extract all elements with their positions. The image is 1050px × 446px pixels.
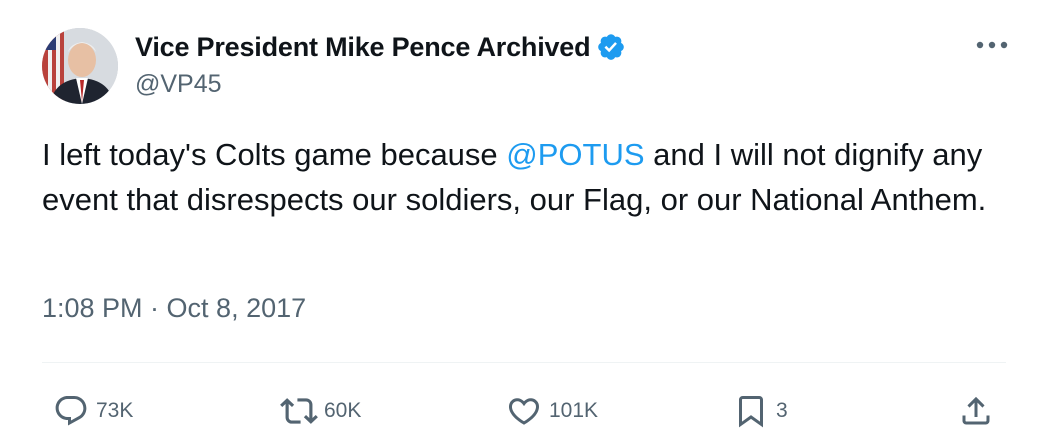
bookmark-count: 3 — [776, 399, 788, 422]
share-icon — [955, 390, 997, 432]
more-options-icon[interactable] — [974, 30, 1010, 60]
mention-link[interactable]: @POTUS — [506, 137, 644, 172]
share-button[interactable] — [955, 390, 997, 432]
tweet-card: Vice President Mike Pence Archived @VP45… — [0, 0, 1050, 446]
heart-icon — [503, 390, 545, 432]
repost-count: 60K — [324, 399, 362, 422]
reply-button[interactable]: 73K — [50, 390, 133, 432]
bookmark-icon — [730, 390, 772, 432]
repost-icon — [278, 390, 320, 432]
timestamp[interactable]: 1:08 PM · Oct 8, 2017 — [42, 293, 306, 324]
like-count: 101K — [549, 399, 599, 422]
avatar[interactable] — [42, 28, 118, 104]
tweet-text-before: I left today's Colts game because — [42, 137, 507, 172]
like-button[interactable]: 101K — [503, 390, 598, 432]
display-name[interactable]: Vice President Mike Pence Archived — [135, 32, 591, 63]
avatar-image — [42, 28, 118, 104]
divider — [42, 362, 1006, 363]
verified-badge-icon[interactable] — [596, 32, 626, 62]
handle[interactable]: @VP45 — [135, 70, 626, 99]
reply-count: 73K — [96, 399, 134, 422]
reply-icon — [50, 390, 92, 432]
tweet-text: I left today's Colts game because @POTUS… — [42, 132, 1017, 222]
author-block: Vice President Mike Pence Archived @VP45 — [135, 30, 626, 99]
name-row: Vice President Mike Pence Archived — [135, 30, 626, 64]
repost-button[interactable]: 60K — [278, 390, 361, 432]
bookmark-button[interactable]: 3 — [730, 390, 788, 432]
